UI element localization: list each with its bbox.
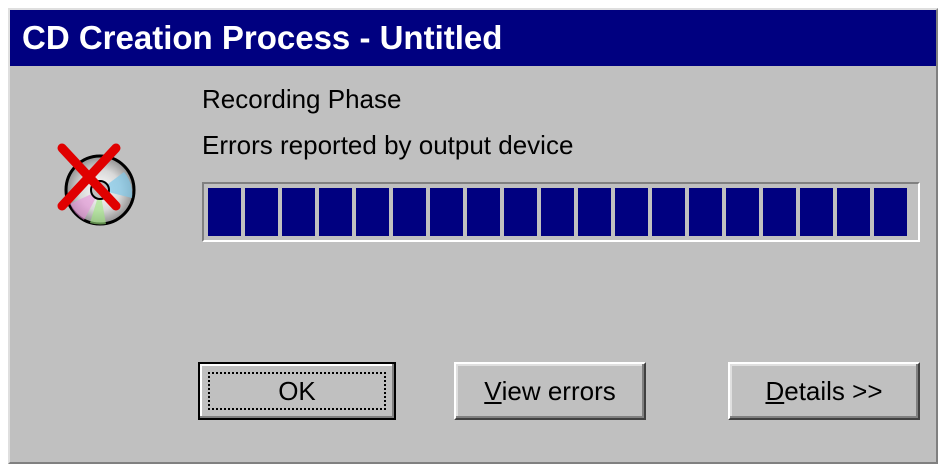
progress-segment (837, 188, 870, 236)
view-errors-button[interactable]: View errors (454, 362, 646, 420)
status-message: Errors reported by output device (202, 130, 574, 160)
progress-segment (356, 188, 389, 236)
progress-segment (689, 188, 722, 236)
view-errors-label: iew errors (501, 375, 616, 406)
ok-button[interactable]: OK (198, 362, 396, 420)
progress-segment (874, 188, 907, 236)
progress-segment (430, 188, 463, 236)
progress-segment (578, 188, 611, 236)
progress-segment (208, 188, 241, 236)
progress-segment (800, 188, 833, 236)
progress-bar (202, 182, 920, 242)
progress-track (208, 188, 914, 236)
cd-error-icon (57, 143, 136, 226)
details-label: etails >> (784, 375, 883, 406)
view-errors-mnemonic: V (484, 375, 502, 406)
progress-segment (652, 188, 685, 236)
progress-segment (245, 188, 278, 236)
progress-segment (467, 188, 500, 236)
details-button[interactable]: Details >> (728, 362, 920, 420)
progress-segment (541, 188, 574, 236)
progress-segment (726, 188, 759, 236)
progress-segment (615, 188, 648, 236)
progress-segment (763, 188, 796, 236)
details-mnemonic: D (765, 375, 785, 406)
progress-segment (282, 188, 315, 236)
progress-segment (393, 188, 426, 236)
cd-creation-dialog: CD Creation Process - Untitled Recording… (8, 8, 938, 464)
ok-button-label: OK (278, 375, 316, 406)
progress-fill (208, 188, 914, 236)
phase-label: Recording Phase (202, 84, 402, 114)
progress-segment (319, 188, 352, 236)
progress-segment (504, 188, 537, 236)
window-title: CD Creation Process - Untitled (10, 10, 936, 66)
